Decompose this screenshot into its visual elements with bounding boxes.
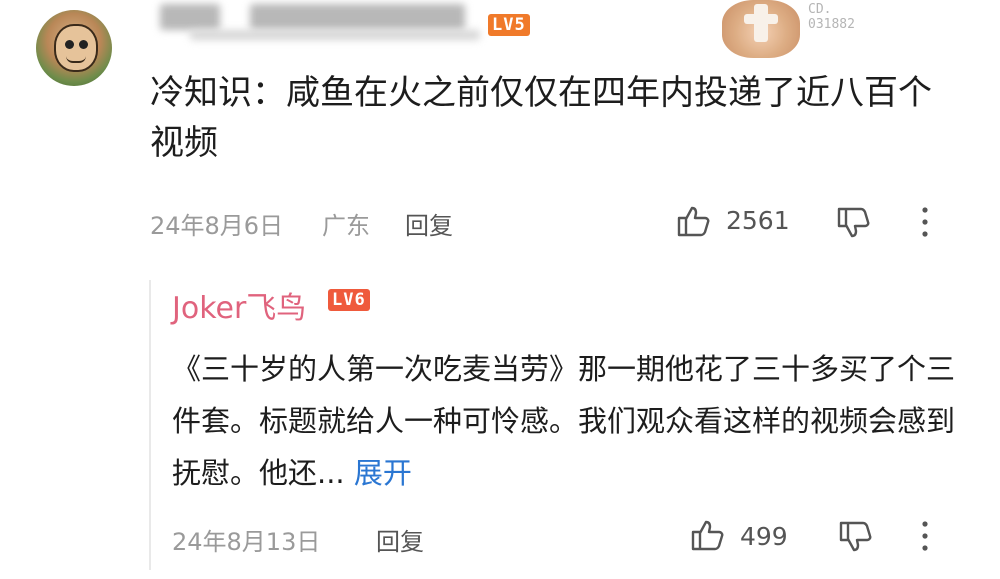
more-icon[interactable] <box>920 520 930 552</box>
like-count: 499 <box>740 522 788 551</box>
username-blurred[interactable] <box>160 4 220 30</box>
reply-username[interactable]: Joker飞鸟 <box>172 283 306 327</box>
expand-button[interactable]: 展开 <box>354 456 412 490</box>
comment-text: 冷知识：咸鱼在火之前仅仅在四年内投递了近八百个视频 <box>150 73 932 163</box>
fan-badge-icon[interactable] <box>722 0 800 58</box>
comment-location: 广东 <box>322 212 370 240</box>
thumbs-up-icon[interactable] <box>690 518 726 552</box>
avatar-face <box>54 24 98 72</box>
level-badge: LV5 <box>488 14 530 36</box>
like-count: 2561 <box>726 206 790 235</box>
avatar[interactable] <box>36 10 112 86</box>
fan-badge-number: CD. 031882 <box>808 2 855 32</box>
reply-divider <box>149 280 151 570</box>
thumbs-down-icon[interactable] <box>838 520 874 554</box>
reply-body: 《三十岁的人第一次吃麦当劳》那一期他花了三十多买了个三件套。标题就给人一种可怜感… <box>172 352 956 490</box>
reply-button[interactable]: 回复 <box>405 206 453 241</box>
level-badge: LV6 <box>328 289 370 311</box>
username-underline-blurred <box>190 30 480 40</box>
thumbs-up-icon[interactable] <box>676 204 712 238</box>
thumbs-down-icon[interactable] <box>836 206 872 240</box>
comment-date: 24年8月6日 <box>150 212 284 240</box>
more-icon[interactable] <box>920 206 930 238</box>
reply-text: 《三十岁的人第一次吃麦当劳》那一期他花了三十多买了个三件套。标题就给人一种可怜感… <box>172 343 962 499</box>
reply-button[interactable]: 回复 <box>376 522 424 557</box>
reply-date: 24年8月13日 <box>172 528 321 556</box>
username-blurred[interactable] <box>250 4 465 30</box>
